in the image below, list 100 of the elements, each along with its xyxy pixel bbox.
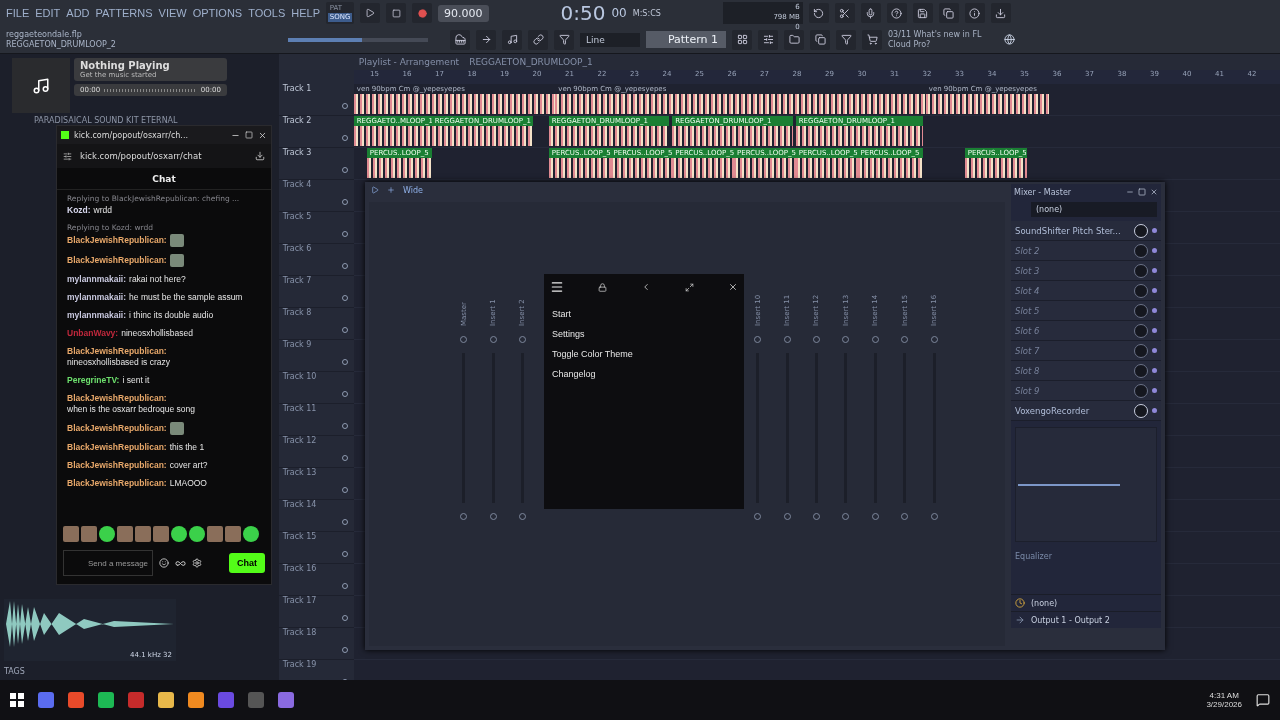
chat-username[interactable]: mylannmakaii: — [67, 292, 127, 303]
effect-slot[interactable]: Slot 5 — [1011, 301, 1161, 321]
chat-username[interactable]: BlackJewishRepublican: — [67, 442, 167, 453]
copy-button[interactable] — [938, 3, 959, 24]
funnel-button[interactable] — [554, 29, 574, 50]
back-icon[interactable] — [641, 282, 651, 292]
news-text[interactable]: 03/11 What's new in FL Cloud Pro? — [888, 29, 998, 50]
maximize-icon[interactable] — [1138, 188, 1146, 196]
progress-track[interactable] — [104, 88, 197, 92]
sidechain-selector[interactable]: (none) — [1031, 598, 1058, 608]
output-selector[interactable]: Output 1 - Output 2 — [1031, 615, 1110, 625]
effect-slot[interactable]: Slot 6 — [1011, 321, 1161, 341]
emote-image[interactable] — [189, 526, 205, 542]
chat-username[interactable]: BlackJewishRepublican: — [67, 346, 167, 357]
menu-option[interactable]: Settings — [550, 324, 738, 344]
browser-folder[interactable]: PARADISAICAL SOUND KIT ETERNAL — [4, 116, 275, 125]
copy-button[interactable] — [810, 29, 830, 50]
taskbar-app-icon[interactable] — [188, 692, 204, 708]
slot-led[interactable] — [1152, 248, 1157, 253]
scissors-button[interactable] — [834, 3, 855, 24]
track-name[interactable]: Track 15 — [282, 532, 317, 563]
chat-input[interactable]: Send a message — [63, 550, 153, 576]
chat-username[interactable]: BlackJewishRepublican: — [67, 393, 167, 404]
taskbar-app-icon[interactable] — [158, 692, 174, 708]
menu-item[interactable]: ADD — [66, 7, 90, 20]
slot-led[interactable] — [1152, 288, 1157, 293]
emoji-icon[interactable] — [159, 558, 169, 568]
chat-username[interactable]: Kozd: — [67, 205, 91, 216]
chat-username[interactable]: mylannmakaii: — [67, 274, 127, 285]
link-button[interactable] — [528, 29, 548, 50]
effect-slot[interactable]: VoxengoRecorder — [1011, 401, 1161, 421]
slot-led[interactable] — [1152, 268, 1157, 273]
tempo-field[interactable]: 90.000 — [438, 4, 489, 22]
track-name[interactable]: Track 7 — [282, 276, 312, 307]
microphone-button[interactable] — [860, 3, 881, 24]
menu-option[interactable]: Toggle Color Theme — [550, 344, 738, 364]
effect-slot[interactable]: SoundShifter Pitch Ster... — [1011, 221, 1161, 241]
download-button[interactable] — [990, 3, 1011, 24]
menu-item[interactable]: FILE — [6, 7, 30, 20]
slot-led[interactable] — [1152, 328, 1157, 333]
send-chat-button[interactable]: Chat — [229, 553, 265, 573]
piano-button[interactable] — [450, 29, 470, 50]
menu-item[interactable]: OPTIONS — [192, 7, 243, 20]
effect-slot[interactable]: Slot 3 — [1011, 261, 1161, 281]
chat-username[interactable]: BlackJewishRepublican: — [67, 478, 167, 489]
chat-username[interactable]: BlackJewishRepublican: — [67, 255, 167, 266]
track-name[interactable]: Track 12 — [282, 436, 317, 467]
close-icon[interactable] — [1150, 188, 1158, 196]
track-name[interactable]: Track 11 — [282, 404, 317, 435]
master-volume-slider[interactable] — [288, 37, 428, 42]
stereo-mode-label[interactable]: Wide — [403, 185, 423, 195]
taskbar-app-icon[interactable] — [98, 692, 114, 708]
track-name[interactable]: Track 5 — [282, 212, 312, 243]
chat-username[interactable]: BlackJewishRepublican: — [67, 423, 167, 434]
chat-username[interactable]: UnbanWavy: — [67, 328, 119, 339]
track-name[interactable]: Track 3 — [282, 148, 312, 179]
menu-item[interactable]: TOOLS — [248, 7, 286, 20]
track-name[interactable]: Track 18 — [282, 628, 317, 659]
notification-icon[interactable] — [1256, 693, 1270, 707]
site-settings-icon[interactable] — [63, 151, 72, 161]
menu-option[interactable]: Start — [550, 304, 738, 324]
slot-led[interactable] — [1152, 368, 1157, 373]
chat-username[interactable]: BlackJewishRepublican: — [67, 235, 167, 246]
track-name[interactable]: Track 10 — [282, 372, 317, 403]
info-button[interactable] — [964, 3, 985, 24]
lock-icon[interactable] — [598, 282, 607, 292]
emote-image[interactable] — [99, 526, 115, 542]
track-name[interactable]: Track 17 — [282, 596, 317, 627]
help-button[interactable] — [886, 3, 907, 24]
menu-item[interactable]: HELP — [291, 7, 321, 20]
emote-image[interactable] — [243, 526, 259, 542]
track-name[interactable]: Track 8 — [282, 308, 312, 339]
expand-icon[interactable] — [685, 282, 694, 292]
grid-button[interactable] — [732, 29, 752, 50]
settings-icon[interactable] — [192, 558, 202, 568]
menu-item[interactable]: VIEW — [158, 7, 187, 20]
track-name[interactable]: Track 14 — [282, 500, 317, 531]
menu-item[interactable]: PATTERNS — [95, 7, 153, 20]
menu-item[interactable]: EDIT — [35, 7, 61, 20]
record-button[interactable] — [412, 3, 433, 24]
taskbar-app-icon[interactable] — [278, 692, 294, 708]
effect-slot[interactable]: Slot 9 — [1011, 381, 1161, 401]
taskbar-app-icon[interactable] — [68, 692, 84, 708]
close-icon[interactable] — [258, 130, 267, 140]
slot-led[interactable] — [1152, 388, 1157, 393]
track-name[interactable]: Track 16 — [282, 564, 317, 595]
funnel-button[interactable] — [836, 29, 856, 50]
effect-slot[interactable]: Slot 2 — [1011, 241, 1161, 261]
close-icon[interactable] — [728, 282, 738, 292]
menu-icon[interactable] — [550, 280, 564, 294]
effect-slot[interactable]: Slot 7 — [1011, 341, 1161, 361]
arrow-button[interactable] — [476, 29, 496, 50]
track-name[interactable]: Track 4 — [282, 180, 312, 211]
track-name[interactable]: Track 6 — [282, 244, 312, 275]
download-icon[interactable] — [255, 151, 265, 161]
slot-led[interactable] — [1152, 348, 1157, 353]
maximize-icon[interactable] — [245, 131, 253, 139]
snap-selector[interactable]: Line — [580, 32, 640, 47]
track-name[interactable]: Track 19 — [282, 660, 317, 680]
mixer-button[interactable] — [758, 29, 778, 50]
